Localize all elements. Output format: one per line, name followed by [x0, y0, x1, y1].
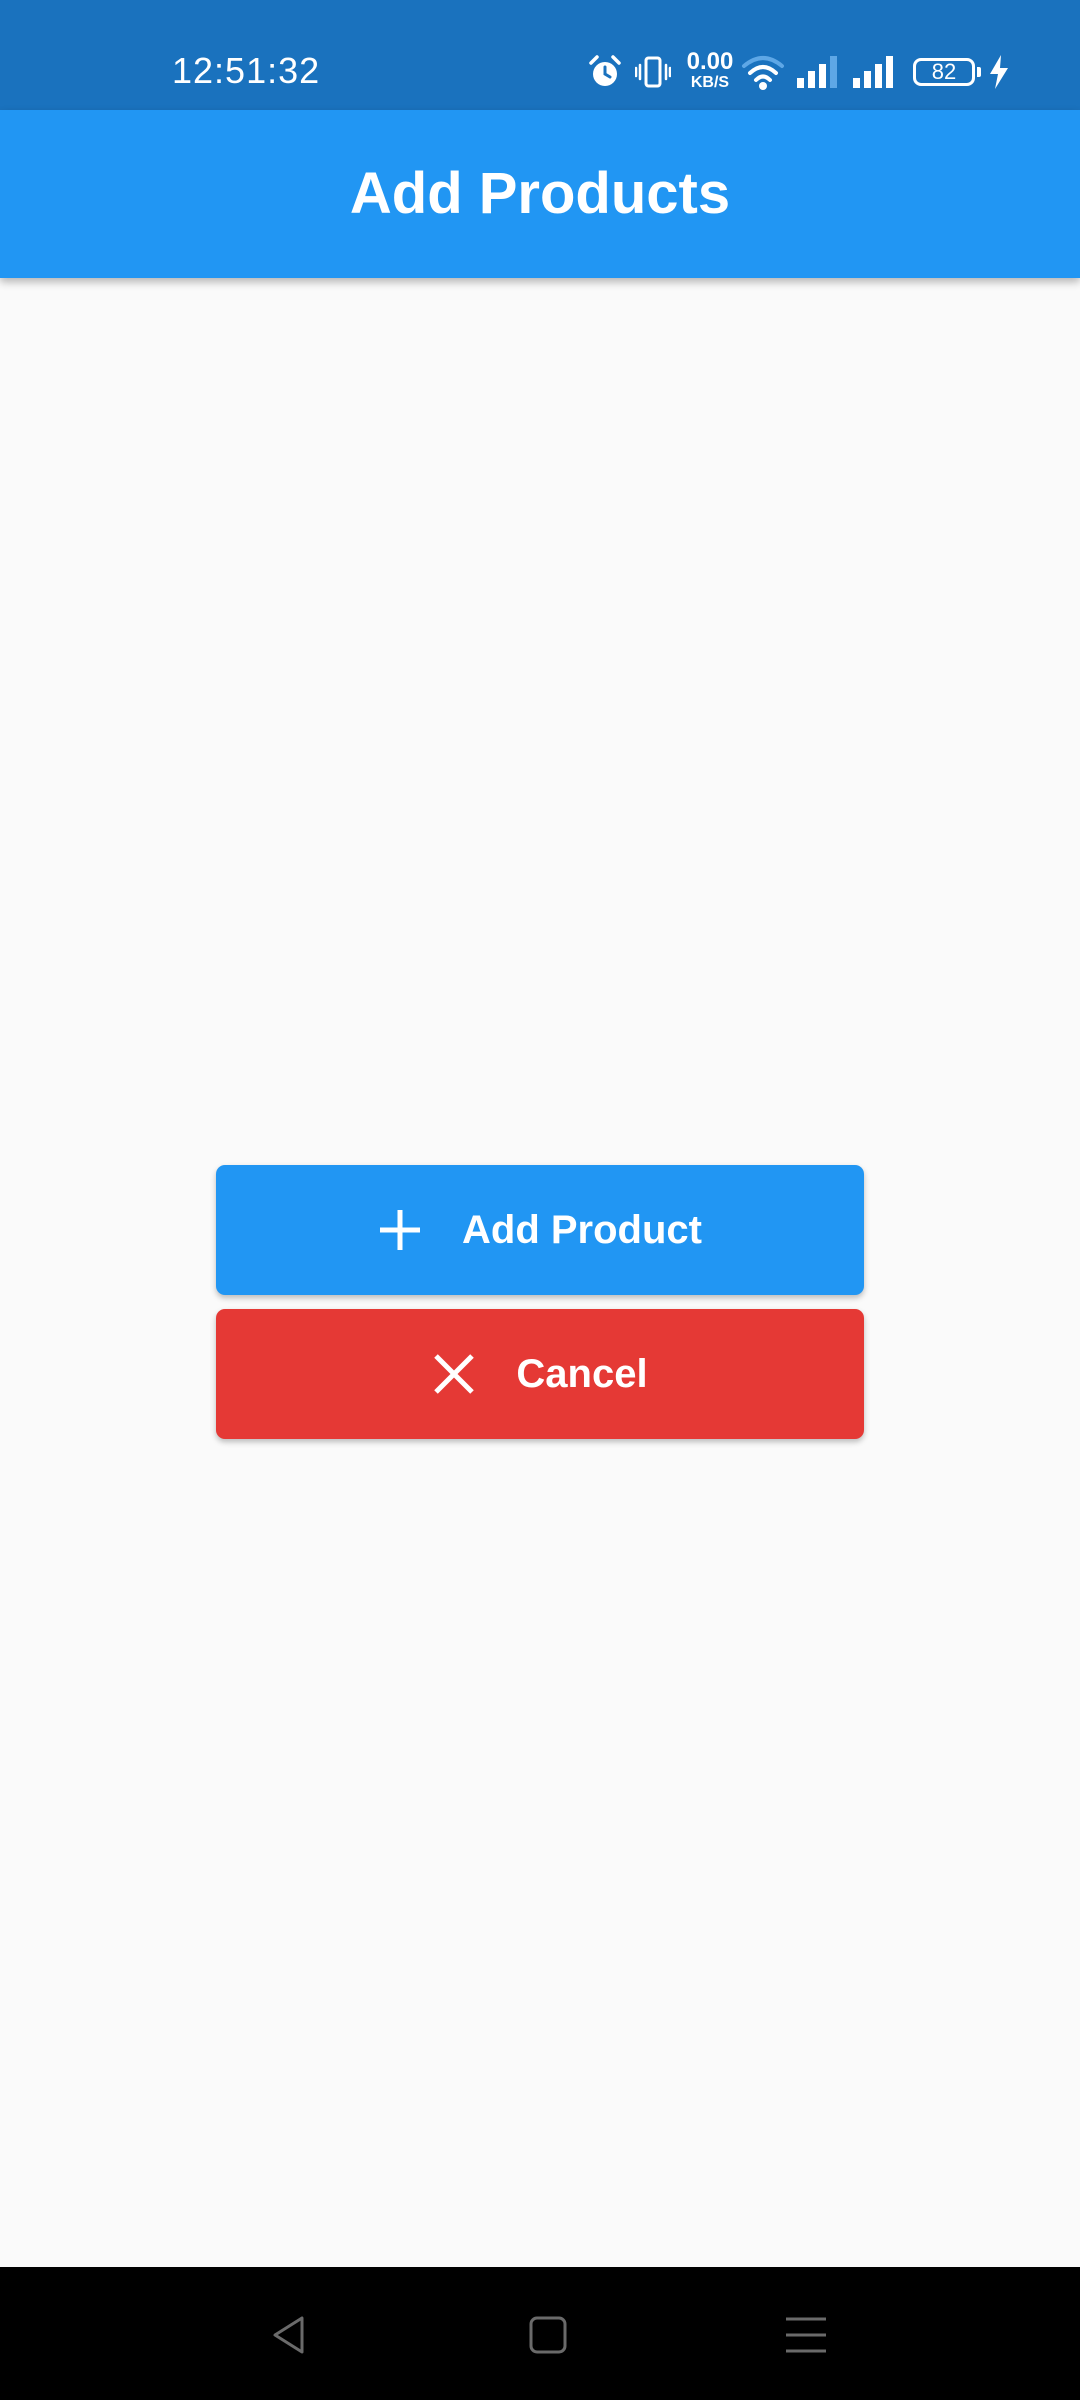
page-title: Add Products — [349, 160, 731, 226]
network-speed: 0.00 KB/S — [680, 50, 740, 91]
vibrate-icon — [635, 56, 671, 88]
navigation-bar — [0, 2267, 1080, 2400]
wifi-icon — [742, 56, 784, 90]
close-icon — [432, 1352, 476, 1396]
charging-icon — [990, 55, 1008, 89]
menu-icon[interactable] — [782, 2311, 830, 2359]
status-time: 12:51:32 — [172, 50, 321, 91]
cancel-button[interactable]: Cancel — [216, 1309, 864, 1439]
cancel-label: Cancel — [516, 1351, 648, 1396]
network-speed-value: 0.00 — [686, 48, 734, 75]
back-icon[interactable] — [266, 2311, 314, 2359]
plus-icon — [378, 1208, 422, 1252]
add-product-button[interactable]: Add Product — [216, 1165, 864, 1295]
app-bar: Add Products — [0, 110, 1080, 278]
alarm-icon — [589, 55, 621, 86]
signal-icon — [797, 56, 837, 88]
battery-icon: 82 — [913, 58, 981, 86]
home-icon[interactable] — [524, 2311, 572, 2359]
network-speed-unit: KB/S — [690, 74, 730, 91]
battery-level: 82 — [931, 59, 957, 84]
signal-icon — [853, 56, 893, 88]
status-bar: 12:51:32 0.00 KB/S 82 — [0, 0, 1080, 110]
add-product-label: Add Product — [462, 1207, 702, 1252]
